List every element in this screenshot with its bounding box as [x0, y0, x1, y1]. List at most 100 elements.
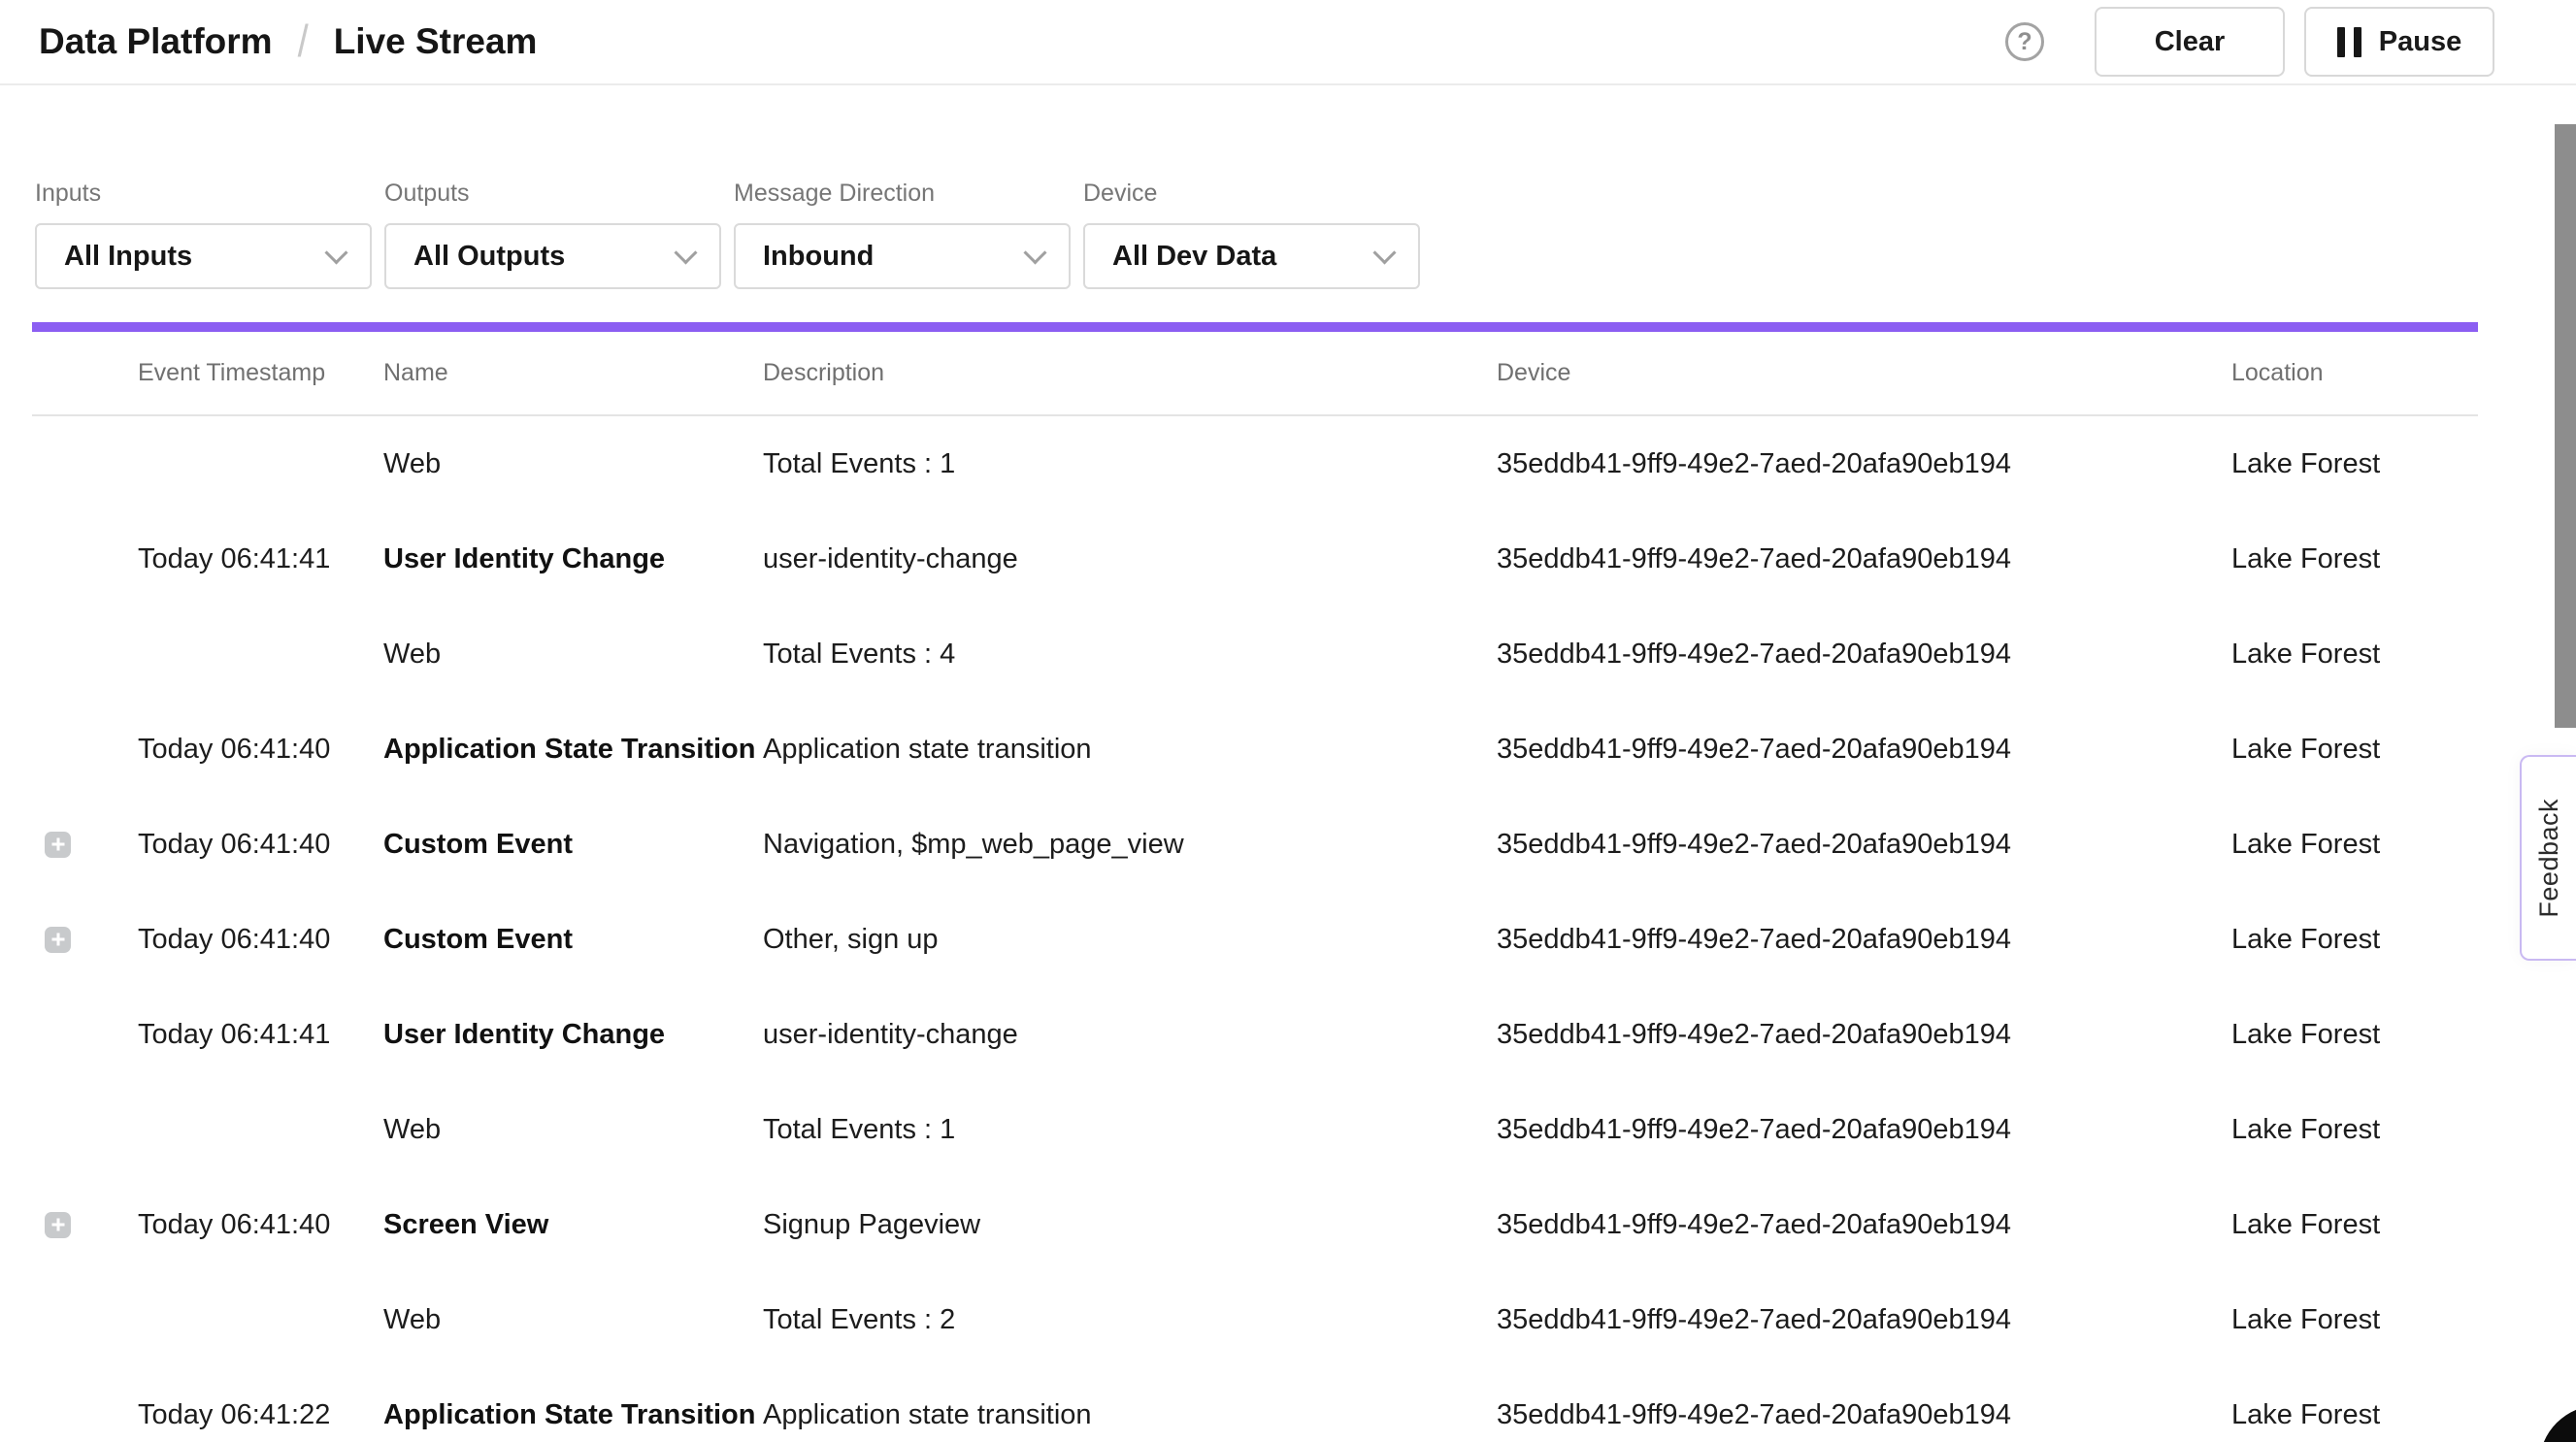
- expand-cell: [32, 641, 138, 668]
- breadcrumb: Data Platform / Live Stream: [39, 20, 537, 64]
- event-device: 35eddb41-9ff9-49e2-7aed-20afa90eb194: [1497, 1399, 2231, 1431]
- event-description: Total Events : 1: [763, 448, 1497, 480]
- event-name: Web: [383, 639, 763, 671]
- expand-cell: [32, 832, 138, 858]
- event-location: Lake Forest: [2231, 734, 2478, 766]
- message-direction-dropdown-value: Inbound: [763, 241, 874, 273]
- scrollbar-thumb[interactable]: [2555, 124, 2576, 728]
- column-device: Device: [1497, 359, 2231, 387]
- expand-cell: [32, 546, 138, 573]
- table-row: Web Total Events : 1 35eddb41-9ff9-49e2-…: [32, 416, 2478, 511]
- top-bar: Data Platform / Live Stream ? Clear Paus…: [0, 0, 2576, 85]
- expand-cell: [32, 1307, 138, 1333]
- pause-button-label: Pause: [2379, 26, 2461, 58]
- event-location: Lake Forest: [2231, 1304, 2478, 1336]
- clear-button-label: Clear: [2155, 26, 2226, 58]
- event-timestamp: Today 06:41:41: [138, 1019, 383, 1051]
- expand-cell: [32, 927, 138, 953]
- event-description: Signup Pageview: [763, 1209, 1497, 1241]
- event-location: Lake Forest: [2231, 1209, 2478, 1241]
- event-description: Application state transition: [763, 734, 1497, 766]
- event-timestamp: Today 06:41:22: [138, 1399, 383, 1431]
- event-timestamp: Today 06:41:40: [138, 734, 383, 766]
- column-location: Location: [2231, 359, 2478, 387]
- chat-bubble-button[interactable]: [2539, 1405, 2576, 1442]
- expand-cell: [32, 737, 138, 763]
- event-location: Lake Forest: [2231, 639, 2478, 671]
- event-description: Total Events : 4: [763, 639, 1497, 671]
- table-row: Today 06:41:40 Custom Event Navigation, …: [32, 797, 2478, 892]
- column-description: Description: [763, 359, 1497, 387]
- pause-button[interactable]: Pause: [2304, 7, 2494, 77]
- filter-device: Device All Dev Data: [1083, 179, 1420, 289]
- event-name: Custom Event: [383, 924, 763, 956]
- event-location: Lake Forest: [2231, 448, 2478, 480]
- table-row: Web Total Events : 1 35eddb41-9ff9-49e2-…: [32, 1082, 2478, 1177]
- chevron-down-icon: [674, 241, 697, 264]
- event-timestamp: Today 06:41:41: [138, 543, 383, 575]
- feedback-tab-label: Feedback: [2534, 799, 2564, 918]
- event-device: 35eddb41-9ff9-49e2-7aed-20afa90eb194: [1497, 1114, 2231, 1146]
- event-description: Total Events : 1: [763, 1114, 1497, 1146]
- table-row: Web Total Events : 4 35eddb41-9ff9-49e2-…: [32, 606, 2478, 702]
- event-name: Web: [383, 1304, 763, 1336]
- expand-cell: [32, 1402, 138, 1428]
- table-row: Today 06:41:40 Custom Event Other, sign …: [32, 892, 2478, 987]
- chevron-down-icon: [1023, 241, 1046, 264]
- event-location: Lake Forest: [2231, 924, 2478, 956]
- outputs-dropdown[interactable]: All Outputs: [384, 223, 721, 289]
- event-name: Web: [383, 1114, 763, 1146]
- expand-cell: [32, 451, 138, 477]
- inputs-dropdown-value: All Inputs: [64, 241, 192, 273]
- filter-inputs: Inputs All Inputs: [35, 179, 372, 289]
- event-location: Lake Forest: [2231, 543, 2478, 575]
- expand-row-button[interactable]: [45, 1212, 71, 1238]
- table-header: Event Timestamp Name Description Device …: [32, 332, 2478, 416]
- event-name: Application State Transition: [383, 734, 763, 766]
- filter-outputs: Outputs All Outputs: [384, 179, 721, 289]
- event-device: 35eddb41-9ff9-49e2-7aed-20afa90eb194: [1497, 1304, 2231, 1336]
- expand-cell: [32, 1022, 138, 1048]
- event-location: Lake Forest: [2231, 1399, 2478, 1431]
- accent-bar: [32, 322, 2478, 332]
- event-description: Other, sign up: [763, 924, 1497, 956]
- event-location: Lake Forest: [2231, 1114, 2478, 1146]
- pause-icon: [2337, 27, 2361, 57]
- chevron-down-icon: [324, 241, 347, 264]
- event-description: user-identity-change: [763, 1019, 1497, 1051]
- event-name: Web: [383, 448, 763, 480]
- outputs-dropdown-value: All Outputs: [413, 241, 565, 273]
- table-row: Today 06:41:22 Application State Transit…: [32, 1367, 2478, 1442]
- filter-message-direction: Message Direction Inbound: [734, 179, 1071, 289]
- filters-bar: Inputs All Inputs Outputs All Outputs Me…: [0, 85, 2576, 289]
- filter-outputs-label: Outputs: [384, 179, 721, 208]
- top-bar-actions: ? Clear Pause: [2005, 7, 2494, 77]
- expand-row-button[interactable]: [45, 832, 71, 858]
- event-device: 35eddb41-9ff9-49e2-7aed-20afa90eb194: [1497, 829, 2231, 861]
- breadcrumb-separator: /: [298, 16, 309, 67]
- event-name: User Identity Change: [383, 1019, 763, 1051]
- help-icon[interactable]: ?: [2005, 22, 2044, 61]
- live-stream-page: Data Platform / Live Stream ? Clear Paus…: [0, 0, 2576, 1442]
- breadcrumb-section[interactable]: Data Platform: [39, 21, 273, 62]
- expand-cell: [32, 1117, 138, 1143]
- event-timestamp: Today 06:41:40: [138, 924, 383, 956]
- device-dropdown-value: All Dev Data: [1112, 241, 1276, 273]
- clear-button[interactable]: Clear: [2095, 7, 2285, 77]
- column-name: Name: [383, 359, 763, 387]
- device-dropdown[interactable]: All Dev Data: [1083, 223, 1420, 289]
- message-direction-dropdown[interactable]: Inbound: [734, 223, 1071, 289]
- filter-message-direction-label: Message Direction: [734, 179, 1071, 208]
- feedback-tab[interactable]: Feedback: [2520, 755, 2576, 961]
- chevron-down-icon: [1372, 241, 1396, 264]
- event-timestamp: Today 06:41:40: [138, 829, 383, 861]
- inputs-dropdown[interactable]: All Inputs: [35, 223, 372, 289]
- filter-inputs-label: Inputs: [35, 179, 372, 208]
- expand-row-button[interactable]: [45, 927, 71, 953]
- event-description: Application state transition: [763, 1399, 1497, 1431]
- filter-device-label: Device: [1083, 179, 1420, 208]
- event-device: 35eddb41-9ff9-49e2-7aed-20afa90eb194: [1497, 924, 2231, 956]
- event-device: 35eddb41-9ff9-49e2-7aed-20afa90eb194: [1497, 448, 2231, 480]
- event-device: 35eddb41-9ff9-49e2-7aed-20afa90eb194: [1497, 543, 2231, 575]
- table-row: Web Total Events : 2 35eddb41-9ff9-49e2-…: [32, 1272, 2478, 1367]
